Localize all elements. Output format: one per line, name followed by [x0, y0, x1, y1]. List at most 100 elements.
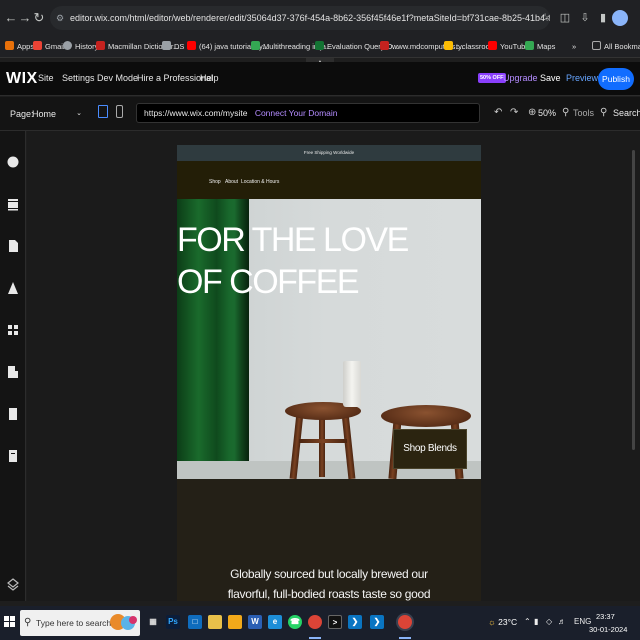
windows-start-icon[interactable]	[4, 616, 16, 628]
site-info-icon[interactable]: ⚙	[56, 6, 64, 30]
bookmark-maps[interactable]: Maps	[525, 40, 555, 54]
connect-domain-link[interactable]: Connect Your Domain	[255, 108, 338, 118]
undo-icon[interactable]: ↶	[494, 107, 502, 118]
menu-settings[interactable]: Settings	[62, 73, 95, 83]
search-icon[interactable]: ⚲	[600, 107, 607, 118]
chrome-icon[interactable]	[308, 615, 322, 629]
layers-icon[interactable]	[7, 577, 19, 591]
stool-leg	[319, 415, 325, 477]
cms-icon[interactable]	[7, 449, 19, 463]
discount-badge: 50% OFF	[478, 73, 506, 83]
wix-topbar: WIX Site Settings Dev Mode Hire a Profes…	[0, 62, 640, 96]
nav-location-hours[interactable]: Location & Hours	[241, 179, 279, 185]
add-section-icon[interactable]	[7, 197, 19, 211]
publish-button[interactable]: Publish	[598, 68, 634, 90]
media-icon[interactable]	[7, 407, 19, 421]
folder-icon	[162, 41, 171, 50]
nav-shop[interactable]: Shop	[209, 179, 221, 185]
menu-site[interactable]: Site	[38, 73, 54, 83]
site-header: Shop About Location & Hours	[177, 161, 481, 199]
edge-icon[interactable]: e	[268, 615, 282, 629]
coffee-cup	[343, 361, 361, 407]
address-text: editor.wix.com/html/editor/web/renderer/…	[70, 13, 550, 23]
mobile-view-icon[interactable]	[116, 105, 123, 118]
youtube-icon	[187, 41, 196, 50]
bookmark-star-icon[interactable]: ☆	[536, 9, 554, 27]
menu-dev-mode[interactable]: Dev Mode	[97, 73, 138, 83]
tools-button[interactable]: Tools	[573, 108, 594, 118]
profile-avatar[interactable]	[612, 10, 628, 26]
search-highlight-icon[interactable]	[108, 611, 138, 633]
left-tool-rail	[0, 131, 26, 601]
redo-icon[interactable]: ↷	[510, 107, 518, 118]
apps-icon	[5, 41, 14, 50]
bookmark-gmail[interactable]: Gmail	[33, 40, 65, 54]
apps-icon[interactable]	[7, 323, 19, 337]
hero-title-line-1[interactable]: FOR THE LOVE	[177, 221, 409, 260]
tools-icon[interactable]: ⚲	[562, 107, 569, 118]
active-app-indicator	[399, 637, 411, 639]
extensions-icon[interactable]: ◫	[556, 9, 574, 27]
zoom-icon[interactable]: ⊕	[528, 107, 536, 118]
whatsapp-icon[interactable]: ☎	[288, 615, 302, 629]
clock-date[interactable]: 30-01-2024	[589, 625, 627, 634]
hero-title-line-2[interactable]: OF COFFEE	[177, 263, 360, 302]
wix-logo[interactable]: WIX	[6, 70, 38, 88]
clock-time[interactable]: 23:37	[596, 612, 615, 621]
all-bookmarks-button[interactable]: All Bookmarks	[592, 40, 640, 54]
bookmark-youtube[interactable]: YouTube	[488, 40, 529, 54]
stool-seat	[381, 405, 471, 427]
page-select[interactable]: Home ⌄	[32, 106, 82, 122]
volume-icon[interactable]: ♬	[558, 617, 566, 626]
bookmark-ds[interactable]: DS	[162, 40, 184, 54]
active-app-indicator	[309, 637, 321, 639]
network-icon[interactable]: ◇	[546, 617, 552, 626]
site-address-field: https://www.wix.com/mysite Connect Your …	[136, 103, 480, 123]
bookmark-site-icon	[380, 41, 389, 50]
windows-taskbar: ⚲ Type here to search ▦ Ps □ W e ☎ > ❯ ❯…	[0, 606, 640, 640]
word-icon[interactable]: W	[248, 615, 262, 629]
terminal-icon[interactable]: >	[328, 615, 342, 629]
battery-icon[interactable]: ▮	[534, 617, 538, 626]
search-icon: ⚲	[24, 617, 32, 628]
more-bookmarks-button[interactable]: »	[572, 40, 576, 54]
folder-icon	[592, 41, 601, 50]
vscode-icon[interactable]: ❯	[370, 615, 384, 629]
address-bar[interactable]: ⚙ editor.wix.com/html/editor/web/rendere…	[50, 6, 550, 30]
photoshop-icon[interactable]: Ps	[166, 615, 180, 629]
sidepanel-icon[interactable]: ▮	[594, 9, 612, 27]
page-label: Page:	[10, 109, 34, 119]
preview-button[interactable]: Preview	[566, 73, 598, 83]
tagline-line-1[interactable]: Globally sourced but locally brewed our	[177, 567, 481, 581]
bookmark-apps[interactable]: Apps	[5, 40, 34, 54]
downloads-icon[interactable]: ⇩	[576, 9, 594, 27]
tagline-line-2[interactable]: flavorful, full-bodied roasts taste so g…	[177, 587, 481, 601]
shop-blends-button[interactable]: Shop Blends	[393, 429, 467, 469]
chrome-icon[interactable]	[398, 615, 412, 629]
design-icon[interactable]	[7, 281, 19, 295]
menu-help[interactable]: Help	[200, 73, 219, 83]
site-url: https://www.wix.com/mysite	[144, 108, 248, 118]
vscode-icon[interactable]: ❯	[348, 615, 362, 629]
zoom-level[interactable]: 50%	[538, 108, 556, 118]
pages-icon[interactable]	[7, 239, 19, 253]
website-preview[interactable]: Free Shipping Worldwide Shop About Locat…	[177, 145, 481, 601]
canvas-scrollbar[interactable]	[632, 150, 635, 450]
chevron-down-icon: ⌄	[76, 110, 82, 117]
sticky-notes-icon[interactable]	[228, 615, 242, 629]
business-icon[interactable]	[7, 365, 19, 379]
task-view-icon[interactable]: ▦	[146, 615, 160, 629]
desktop-view-icon[interactable]	[98, 105, 108, 118]
nav-about[interactable]: About	[225, 179, 238, 185]
reload-icon[interactable]: ↻	[30, 9, 48, 27]
save-button[interactable]: Save	[540, 73, 561, 83]
bookmarks-bar: Apps Gmail History Macmillan Dictionar..…	[0, 36, 640, 58]
file-explorer-icon[interactable]	[208, 615, 222, 629]
search-button[interactable]: Search	[613, 108, 640, 118]
upgrade-button[interactable]: Upgrade	[503, 73, 538, 83]
bookmark-history[interactable]: History	[63, 40, 98, 54]
weather-widget[interactable]: ☼ 23°C	[488, 617, 517, 627]
store-icon[interactable]: □	[188, 615, 202, 629]
add-elements-icon[interactable]	[7, 155, 19, 169]
tray-expand-icon[interactable]: ⌃	[524, 617, 531, 626]
